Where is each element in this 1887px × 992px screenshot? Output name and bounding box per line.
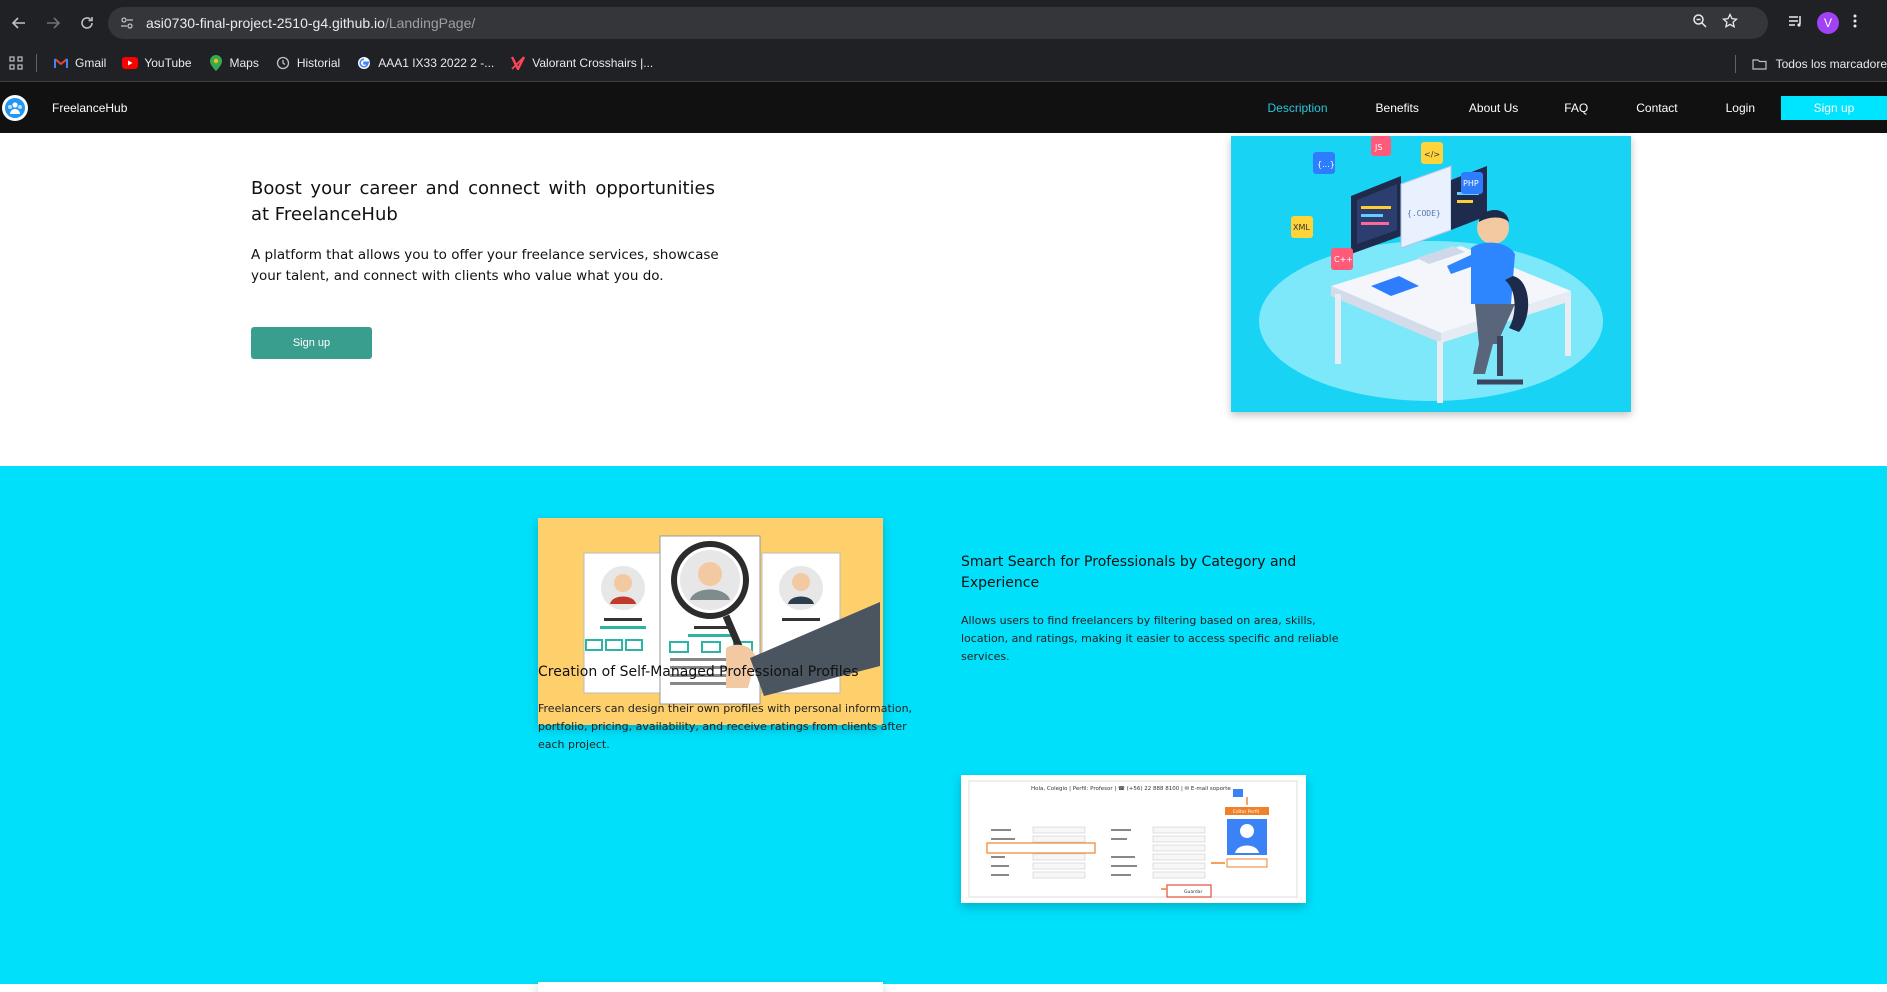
browser-toolbar: asi0730-final-project-2510-g4.github.io/… <box>0 0 1887 45</box>
star-icon[interactable] <box>1722 13 1738 33</box>
tag-text: {.CODE} <box>1407 209 1441 218</box>
site-navbar: FreelanceHub Description Benefits About … <box>0 82 1887 133</box>
all-bookmarks[interactable]: Todos los marcadore <box>1735 45 1887 82</box>
bookmark-label: AAA1 IX33 2022 2 -... <box>378 56 494 70</box>
gmail-icon <box>53 55 69 71</box>
tag-text: XML <box>1293 223 1310 232</box>
hero-title: Boost your career and connect with oppor… <box>251 176 715 228</box>
reload-icon[interactable] <box>72 8 102 38</box>
maps-icon <box>208 55 224 71</box>
url-text[interactable]: asi0730-final-project-2510-g4.github.io/… <box>146 15 475 31</box>
google-icon <box>356 55 372 71</box>
nav-links: Description Benefits About Us FAQ Contac… <box>1248 82 1887 133</box>
bookmark-label: Valorant Crosshairs |... <box>532 56 653 70</box>
feature-text-smart-search: Allows users to find freelancers by filt… <box>961 612 1341 666</box>
nav-link-login[interactable]: Login <box>1702 101 1767 115</box>
tag-text: {...} <box>1317 160 1335 169</box>
valorant-icon <box>510 55 526 71</box>
bookmark-label: Gmail <box>75 56 106 70</box>
nav-signup-button[interactable]: Sign up <box>1781 96 1887 120</box>
tag-text: </> <box>1424 150 1440 159</box>
media-control-icon[interactable] <box>1787 13 1803 33</box>
feature-title-profiles: Creation of Self-Managed Professional Pr… <box>538 662 938 683</box>
bookmark-maps[interactable]: Maps <box>200 49 267 77</box>
bookmarks-bar: Gmail YouTube Maps Historial AAA1 IX33 2… <box>0 45 1887 82</box>
history-icon <box>275 55 291 71</box>
bookmark-aaa1[interactable]: AAA1 IX33 2022 2 -... <box>348 49 502 77</box>
freelancehub-logo-icon[interactable] <box>2 95 28 121</box>
screenshot-header-text: Hola, Colegio | Perfil: Profesor | ☎ (+5… <box>1031 785 1231 792</box>
url-host: asi0730-final-project-2510-g4.github.io <box>146 15 385 31</box>
bookmark-label: YouTube <box>144 56 191 70</box>
forward-icon[interactable] <box>38 8 68 38</box>
bookmark-history[interactable]: Historial <box>267 49 348 77</box>
nav-link-contact[interactable]: Contact <box>1612 101 1701 115</box>
profile-avatar[interactable]: V <box>1817 12 1839 34</box>
features-section: Smart Search for Professionals by Catego… <box>0 466 1887 984</box>
feature-text-profiles: Freelancers can design their own profile… <box>538 700 928 754</box>
youtube-icon <box>122 55 138 71</box>
hero-section: Boost your career and connect with oppor… <box>0 133 1887 466</box>
nav-link-benefits[interactable]: Benefits <box>1348 101 1447 115</box>
developer-illustration: {...} JS </> PHP XML C++ {.CODE} <box>1231 136 1631 412</box>
site-info-icon[interactable] <box>114 10 140 36</box>
tag-text: JS <box>1374 143 1382 152</box>
tag-text: C++ <box>1334 255 1353 264</box>
bookmark-valorant[interactable]: Valorant Crosshairs |... <box>502 49 661 77</box>
all-bookmarks-label: Todos los marcadore <box>1776 57 1887 71</box>
apps-grid-icon[interactable] <box>0 47 32 79</box>
bookmark-label: Maps <box>230 56 259 70</box>
menu-icon[interactable] <box>1853 13 1857 33</box>
brand-name[interactable]: FreelanceHub <box>52 101 127 115</box>
bookmarks-divider <box>36 54 37 72</box>
screenshot-save-label: Guardar <box>1184 889 1202 895</box>
bookmarks-divider <box>1735 55 1736 73</box>
address-bar[interactable]: asi0730-final-project-2510-g4.github.io/… <box>108 7 1768 39</box>
feature-title-smart-search: Smart Search for Professionals by Catego… <box>961 552 1301 594</box>
back-icon[interactable] <box>4 8 34 38</box>
profile-form-screenshot: Hola, Colegio | Perfil: Profesor | ☎ (+5… <box>961 775 1306 903</box>
zoom-icon[interactable] <box>1692 13 1708 33</box>
bookmark-gmail[interactable]: Gmail <box>45 49 114 77</box>
url-path: /LandingPage/ <box>385 15 475 31</box>
bookmark-youtube[interactable]: YouTube <box>114 49 199 77</box>
folder-icon <box>1752 56 1768 72</box>
tag-text: PHP <box>1463 179 1479 188</box>
hero-description: A platform that allows you to offer your… <box>251 245 721 287</box>
nav-link-description[interactable]: Description <box>1248 101 1348 115</box>
screenshot-edit-label: Editar Perfil <box>1233 809 1259 815</box>
bookmark-label: Historial <box>297 56 340 70</box>
nav-link-faq[interactable]: FAQ <box>1540 101 1612 115</box>
smart-search-illustration <box>538 518 883 725</box>
hero-signup-button[interactable]: Sign up <box>251 327 372 359</box>
nav-link-about-us[interactable]: About Us <box>1447 101 1540 115</box>
